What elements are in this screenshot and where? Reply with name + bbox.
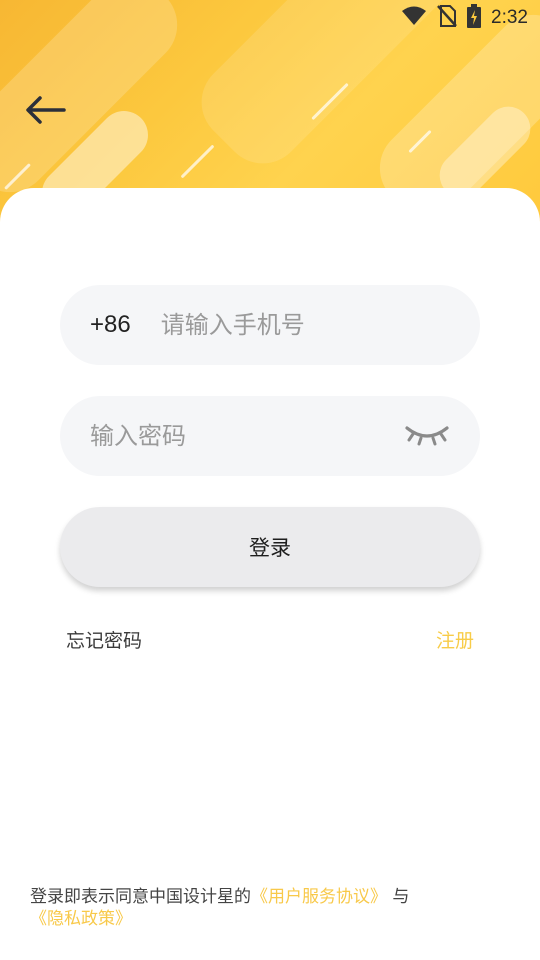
password-field bbox=[60, 396, 480, 476]
phone-input[interactable] bbox=[160, 311, 441, 339]
eye-closed-icon[interactable] bbox=[404, 420, 450, 452]
login-button[interactable]: 登录 bbox=[60, 507, 480, 587]
decor-streak bbox=[180, 144, 215, 179]
agreement-text: 登录即表示同意中国设计星的《用户服务协议》 与 《隐私政策》 bbox=[30, 886, 510, 930]
status-time: 2:32 bbox=[491, 7, 528, 28]
wifi-icon bbox=[401, 6, 427, 30]
register-link[interactable]: 注册 bbox=[436, 626, 474, 653]
battery-charging-icon bbox=[467, 4, 482, 32]
privacy-policy-link[interactable]: 《隐私政策》 bbox=[30, 909, 132, 929]
no-sim-icon bbox=[437, 5, 457, 31]
phone-field: +86 bbox=[60, 285, 480, 365]
back-button[interactable] bbox=[20, 92, 70, 132]
password-input[interactable] bbox=[90, 422, 380, 450]
agreement-prefix: 登录即表示同意中国设计星的 bbox=[30, 887, 251, 907]
user-agreement-link[interactable]: 《用户服务协议》 bbox=[251, 887, 387, 907]
forgot-password-link[interactable]: 忘记密码 bbox=[66, 626, 142, 653]
arrow-left-icon bbox=[24, 95, 66, 129]
agreement-conjunction: 与 bbox=[392, 887, 410, 907]
country-code[interactable]: +86 bbox=[90, 311, 131, 339]
status-bar: 2:32 bbox=[0, 0, 540, 36]
